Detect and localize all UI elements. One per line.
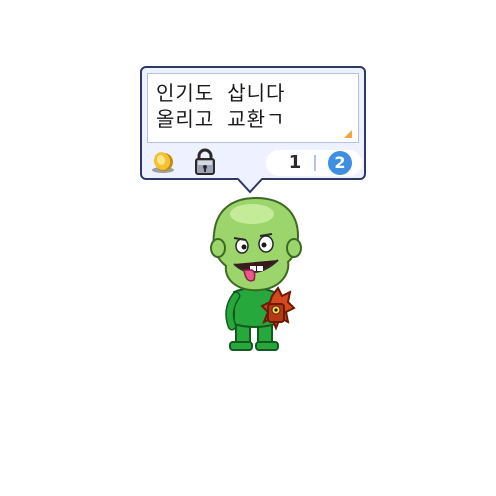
bubble-line-1: 인기도 삽니다 (156, 81, 286, 105)
page-1-button[interactable]: 1 (282, 150, 308, 176)
resize-corner-icon (344, 130, 352, 138)
game-scene: 인기도 삽니다 올리고 교환ㄱ 1 2 (0, 0, 496, 496)
player-character-avatar[interactable] (206, 192, 306, 356)
pager-divider (314, 155, 316, 171)
page-2-button[interactable]: 2 (328, 151, 352, 175)
lock-icon[interactable] (192, 148, 218, 176)
bubble-message-box: 인기도 삽니다 올리고 교환ㄱ (147, 73, 359, 143)
page-selector: 1 2 (266, 150, 362, 176)
shop-speech-bubble[interactable]: 인기도 삽니다 올리고 교환ㄱ 1 2 (140, 66, 366, 180)
coin-icon[interactable] (150, 150, 176, 176)
bubble-line-2: 올리고 교환ㄱ (156, 107, 286, 131)
